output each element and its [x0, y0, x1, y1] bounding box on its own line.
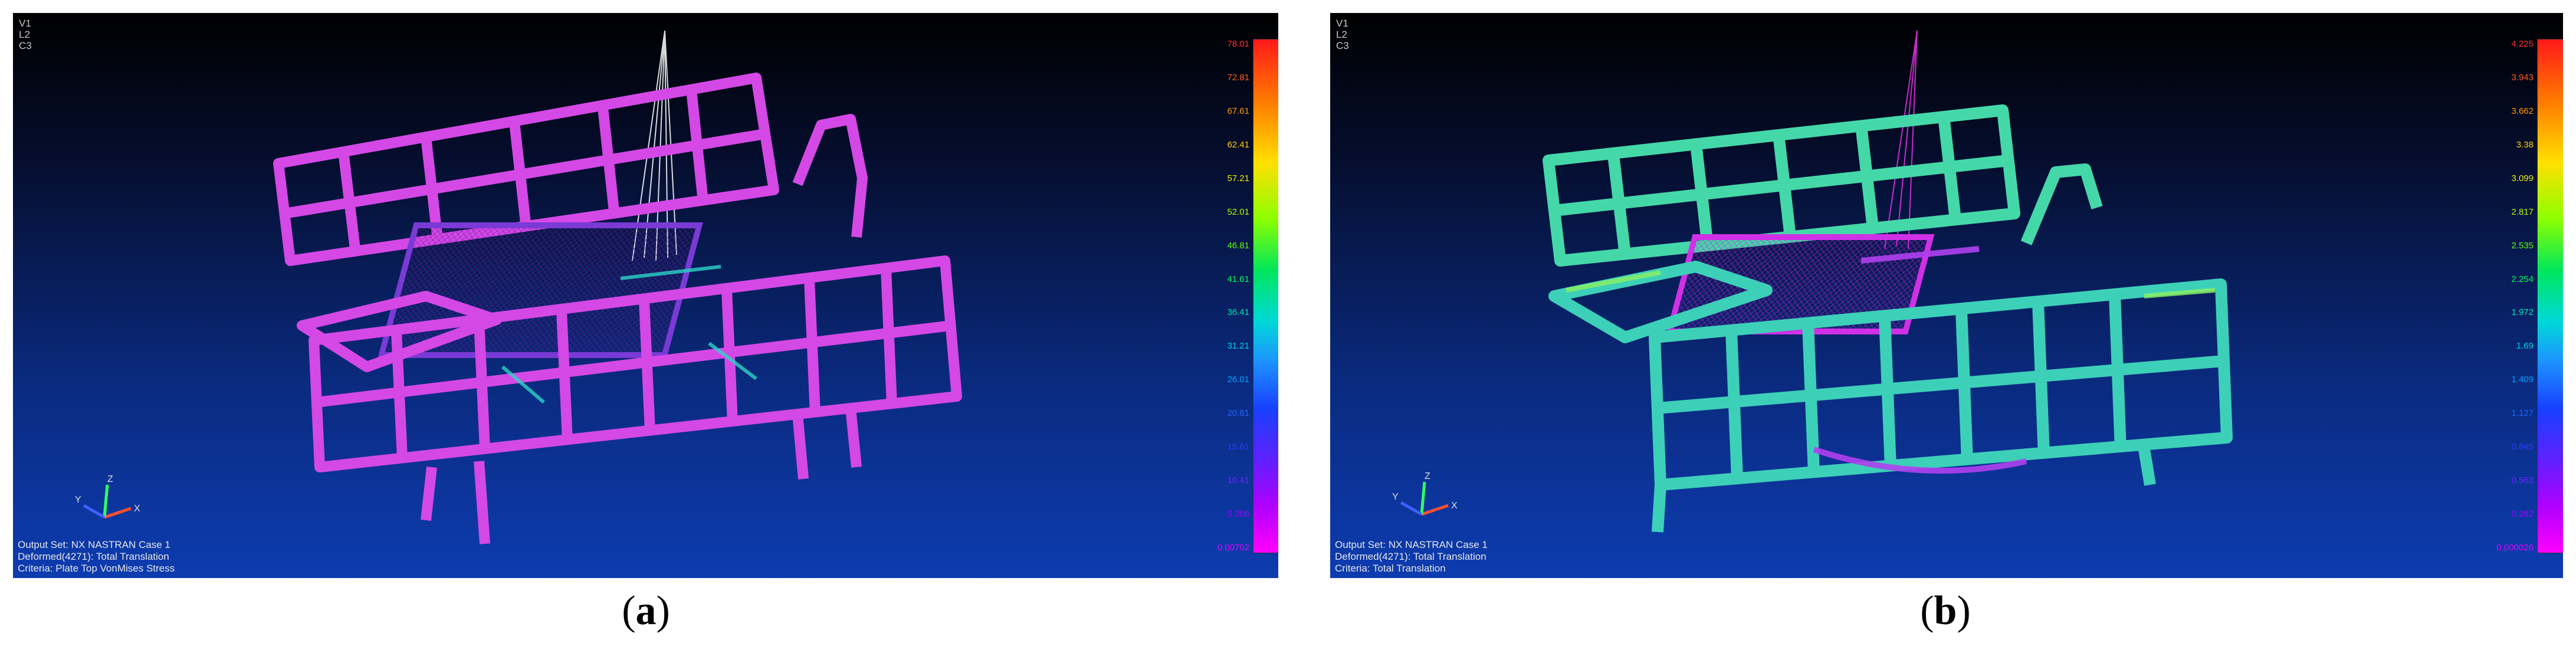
footer-line: Output Set: NX NASTRAN Case 1	[18, 539, 170, 550]
legend-ticks-b: 4.225 3.943 3.662 3.38 3.099 2.817 2.535 2.254 1…	[2493, 39, 2535, 552]
legend-tick-label: 0.000026	[2496, 543, 2534, 553]
legend-tick-label: 5.206	[1227, 509, 1249, 520]
footer-line: Output Set: NX NASTRAN Case 1	[1335, 539, 1488, 550]
legend-tick-label: 46.81	[1227, 240, 1249, 251]
axis-triad-b	[1400, 481, 1449, 516]
view-header-a: V1 L2 C3	[19, 18, 32, 51]
caption-label: b	[1934, 588, 1957, 633]
legend-tick-label: 3.38	[2516, 139, 2534, 150]
caption-b: (b)	[1920, 588, 1971, 633]
svg-text:X: X	[134, 504, 140, 514]
legend-tick-label: 78.01	[1227, 39, 1249, 49]
caption-a: (a)	[622, 588, 670, 633]
legend-tick-label: 0.00702	[1217, 543, 1249, 553]
svg-text:Z: Z	[107, 474, 113, 484]
footer-line: Criteria: Plate Top VonMises Stress	[18, 563, 175, 574]
legend-tick-label: 36.41	[1227, 307, 1249, 318]
svg-text:X: X	[1451, 501, 1458, 511]
header-line: L2	[1336, 29, 1347, 40]
legend-tick-label: 3.943	[2511, 72, 2534, 83]
output-footer-b: Output Set: NX NASTRAN Case 1 Deformed(4…	[1335, 539, 1488, 575]
legend-tick-label: 57.21	[1227, 173, 1249, 183]
header-line: L2	[19, 29, 30, 40]
legend-tick-label: 0.282	[2511, 509, 2534, 520]
header-line: C3	[1336, 40, 1349, 51]
output-footer-a: Output Set: NX NASTRAN Case 1 Deformed(4…	[18, 539, 175, 575]
fea-viewport-b[interactable]: X Z Y V1 L2 C3 4.225 3.943 3.662 3.38 3.099 2…	[1330, 13, 2563, 578]
legend-tick-label: 1.409	[2511, 375, 2534, 385]
header-line: C3	[19, 40, 32, 51]
fea-viewport-a[interactable]: X Z Y V1 L2 C3 78.01 72.81 67.61 62.41 57.21…	[13, 13, 1278, 578]
legend-tick-label: 1.127	[2511, 408, 2534, 419]
legend-tick-label: 3.662	[2511, 106, 2534, 116]
footer-line: Deformed(4271): Total Translation	[18, 551, 169, 562]
legend-tick-label: 41.61	[1227, 274, 1249, 284]
legend-tick-label: 2.535	[2511, 240, 2534, 251]
legend-tick-label: 4.225	[2511, 39, 2534, 49]
frame-model-a: X Z Y	[75, 30, 962, 544]
header-line: V1	[19, 18, 31, 29]
legend-tick-label: 2.254	[2511, 274, 2534, 284]
legend-tick-label: 31.21	[1227, 341, 1249, 352]
legend-tick-label: 0.563	[2511, 475, 2534, 486]
legend-tick-label: 72.81	[1227, 72, 1249, 83]
legend-tick-label: 1.972	[2511, 307, 2534, 318]
header-line: V1	[1336, 18, 1348, 29]
view-header-b: V1 L2 C3	[1336, 18, 1349, 51]
frame-model-b: X Z Y	[1392, 30, 2233, 533]
load-lines-b	[1884, 30, 1918, 250]
legend-tick-label: 15.61	[1227, 442, 1249, 452]
footer-line: Criteria: Total Translation	[1335, 563, 1446, 574]
svg-text:Y: Y	[1392, 492, 1399, 502]
svg-text:Y: Y	[75, 495, 81, 505]
legend-tick-label: 26.01	[1227, 375, 1249, 385]
footer-line: Deformed(4271): Total Translation	[1335, 551, 1486, 562]
legend-tick-label: 0.845	[2511, 442, 2534, 452]
svg-text:Z: Z	[1425, 471, 1430, 481]
legend-tick-label: 52.01	[1227, 206, 1249, 217]
axis-triad-a	[83, 484, 132, 519]
color-legend-bar-a	[1253, 39, 1278, 553]
legend-tick-label: 67.61	[1227, 106, 1249, 116]
legend-tick-label: 62.41	[1227, 139, 1249, 150]
caption-label: a	[635, 588, 657, 633]
legend-tick-label: 3.099	[2511, 173, 2534, 183]
color-legend-bar-b	[2537, 39, 2563, 553]
legend-tick-label: 1.69	[2516, 341, 2534, 352]
legend-tick-label: 20.81	[1227, 408, 1249, 419]
legend-tick-label: 2.817	[2511, 206, 2534, 217]
legend-ticks-a: 78.01 72.81 67.61 62.41 57.21 52.01 46.81 41.61…	[1209, 39, 1251, 552]
legend-tick-label: 10.41	[1227, 475, 1249, 486]
